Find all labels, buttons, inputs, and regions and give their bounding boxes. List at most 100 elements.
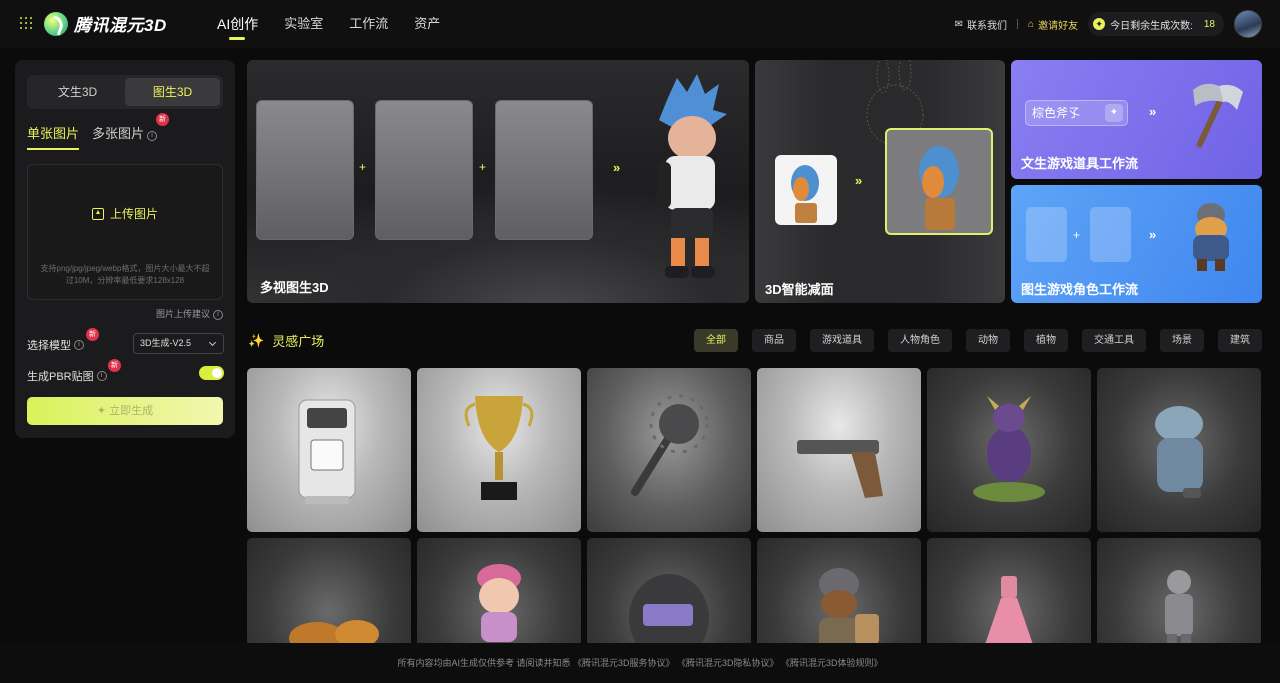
upload-advice-link[interactable]: 图片上传建议 i — [156, 307, 223, 320]
image-upload-dropzone[interactable]: 上传图片 支持png/jpg/jpeg/webp格式，图片大小最大不超过10M，… — [27, 164, 223, 300]
plus-icon: + — [359, 160, 367, 174]
new-badge: 新 — [156, 113, 170, 126]
plus-icon: + — [479, 160, 487, 174]
bird-illustration — [791, 165, 819, 223]
sparkle-icon: ✨ — [248, 332, 265, 348]
banner-title: 多视图生3D — [260, 280, 329, 295]
pbr-row: 生成PBR贴图 i 新 — [27, 359, 121, 384]
upload-button[interactable]: 上传图片 — [91, 205, 158, 222]
generate-button[interactable]: ✦ 立即生成 — [27, 397, 223, 425]
info-icon: i — [213, 310, 223, 320]
trophy-model — [464, 396, 534, 500]
kiosk-model — [298, 399, 356, 504]
banner-title: 文生游戏道具工作流 — [1021, 156, 1139, 171]
model-select-row: 选择模型 i 新 — [27, 328, 99, 353]
nav-assets[interactable]: 资产 — [414, 0, 440, 48]
pbr-toggle[interactable] — [199, 366, 224, 380]
nav-lab[interactable]: 实验室 — [284, 0, 323, 48]
mace-model — [631, 394, 709, 496]
character-image-1 — [1026, 207, 1067, 262]
banner-multi-view-to-3d[interactable]: + + » 多视图生3D — [247, 60, 749, 303]
prompt-pill: 棕色斧孓 ✦ — [1025, 100, 1128, 126]
model-card-demon-creature[interactable] — [927, 368, 1091, 532]
model-select[interactable]: 3D生成-V2.5 — [133, 333, 224, 354]
apps-grid-icon[interactable] — [20, 17, 32, 29]
chevron-right-icon: » — [613, 160, 621, 175]
main-nav: AI创作 实验室 工作流 资产 — [217, 0, 440, 48]
pistol-model — [797, 440, 883, 498]
banner-smart-reduce[interactable]: » 3D智能减面 — [755, 60, 1005, 303]
top-navigation-bar: 腾讯混元3D AI创作 实验室 工作流 资产 ✉ 联系我们 ⌂ 邀请好友 ✦ 今… — [0, 0, 1280, 48]
view-image-side — [375, 100, 473, 240]
filter-vehicles[interactable]: 交通工具 — [1082, 329, 1146, 352]
tab-single-image[interactable]: 单张图片 — [27, 123, 80, 150]
axe-3d-model — [1193, 83, 1243, 148]
info-icon[interactable]: i — [147, 131, 158, 141]
inspiration-title-text: 灵感广场 — [272, 334, 325, 349]
sparkle-icon: ✦ — [1105, 104, 1123, 122]
model-card-trophy[interactable] — [417, 368, 581, 532]
tab-multi-image[interactable]: 多张图片 i 新 — [92, 113, 170, 150]
filter-animals[interactable]: 动物 — [966, 329, 1010, 352]
contact-label: 联系我们 — [967, 20, 1008, 32]
model-card-spiked-mace[interactable] — [587, 368, 751, 532]
mode-switch: 文生3D 图生3D — [27, 75, 223, 109]
filter-game-props[interactable]: 游戏道具 — [810, 329, 874, 352]
filter-all[interactable]: 全部 — [694, 329, 738, 352]
divider — [1017, 19, 1019, 29]
model-card-pistol[interactable] — [757, 368, 921, 532]
inspiration-title: ✨ 灵感广场 — [248, 331, 324, 350]
banner-text-game-prop[interactable]: 棕色斧孓 ✦ » 文生游戏道具工作流 — [1011, 60, 1262, 179]
nav-ai-create[interactable]: AI创作 — [217, 0, 258, 48]
new-badge: 新 — [108, 359, 121, 372]
plus-icon: + — [1073, 228, 1081, 242]
invite-friends-link[interactable]: ⌂ 邀请好友 — [1028, 17, 1078, 32]
mode-image-to-3d[interactable]: 图生3D — [125, 78, 220, 106]
bird-3d-model — [919, 146, 959, 230]
hunyuan-logo-icon — [44, 11, 68, 36]
sparkle-icon: ✦ — [1093, 18, 1106, 30]
prompt-text: 棕色斧孓 — [1032, 106, 1081, 120]
upload-label: 上传图片 — [109, 207, 158, 221]
character-3d-model — [657, 74, 727, 278]
model-label: 选择模型 — [27, 340, 71, 352]
filter-architecture[interactable]: 建筑 — [1218, 329, 1262, 352]
banner-image-game-character[interactable]: + » 图生游戏角色工作流 — [1011, 185, 1262, 303]
logo-text: 腾讯混元3D — [74, 16, 167, 35]
inspiration-grid — [247, 368, 1262, 683]
nav-workflow[interactable]: 工作流 — [349, 0, 388, 48]
filter-plants[interactable]: 植物 — [1024, 329, 1068, 352]
user-avatar[interactable] — [1234, 10, 1262, 38]
new-badge: 新 — [86, 328, 99, 341]
quota-count: 18 — [1203, 18, 1215, 30]
model-card-shark-warrior[interactable] — [1097, 368, 1261, 532]
filter-products[interactable]: 商品 — [752, 329, 796, 352]
footer-disclaimer[interactable]: 所有内容均由AI生成仅供参考 请阅读并知悉 《腾讯混元3D服务协议》 《腾讯混元… — [0, 656, 1280, 669]
source-bird-image — [775, 155, 837, 225]
tab-multi-image-label: 多张图片 — [92, 126, 145, 141]
info-icon[interactable]: i — [74, 340, 84, 350]
generation-panel: 文生3D 图生3D 单张图片 多张图片 i 新 上传图片 支持png/jpg/jp… — [15, 60, 235, 438]
quota-label: 今日剩余生成次数: — [1110, 20, 1193, 32]
view-image-front — [256, 100, 354, 240]
mode-text-to-3d[interactable]: 文生3D — [30, 78, 125, 106]
reduced-bird-model — [885, 128, 993, 235]
sparkle-icon: ✦ — [96, 405, 110, 417]
generation-quota: ✦ 今日剩余生成次数: 18 — [1088, 12, 1224, 36]
shark-model — [1155, 406, 1203, 498]
mail-icon: ✉ — [954, 18, 964, 30]
chevron-right-icon: » — [1149, 227, 1157, 242]
model-card-vending-kiosk[interactable] — [247, 368, 411, 532]
header-actions: ✉ 联系我们 ⌂ 邀请好友 ✦ 今日剩余生成次数: 18 — [955, 0, 1262, 48]
gift-icon: ⌂ — [1028, 18, 1035, 30]
info-icon[interactable]: i — [96, 371, 107, 381]
filter-scenes[interactable]: 场景 — [1160, 329, 1204, 352]
logo[interactable]: 腾讯混元3D — [44, 11, 167, 36]
image-subtabs: 单张图片 多张图片 i 新 — [27, 113, 170, 150]
character-image-2 — [1090, 207, 1131, 262]
banner-title: 图生游戏角色工作流 — [1021, 282, 1139, 297]
chevron-right-icon: » — [1149, 104, 1157, 119]
upload-hint: 支持png/jpg/jpeg/webp格式，图片大小最大不超过10M，分辨率最低… — [40, 264, 210, 285]
contact-us-link[interactable]: ✉ 联系我们 — [955, 17, 1007, 32]
filter-characters[interactable]: 人物角色 — [888, 329, 952, 352]
